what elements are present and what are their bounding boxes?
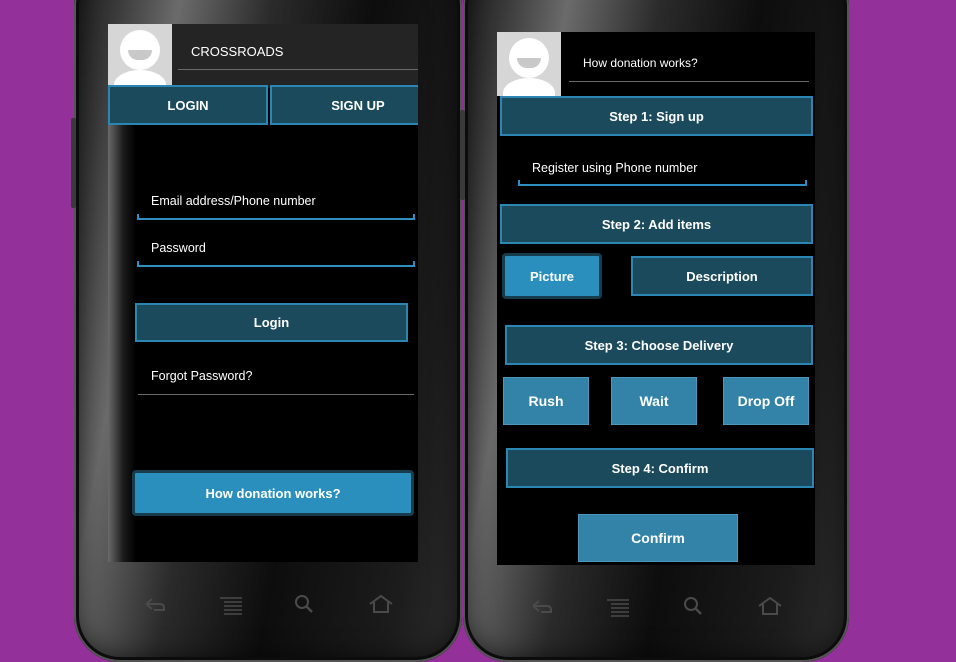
password-field[interactable] (137, 261, 415, 267)
volume-key (460, 110, 465, 200)
description-button[interactable]: Description (631, 256, 813, 296)
volume-key (71, 118, 76, 208)
phone-right-device: How donation works? Step 1: Sign up Regi… (460, 0, 849, 662)
menu-icon[interactable] (218, 596, 244, 616)
login-screen: CROSSROADS LOGIN SIGN UP Email address/P… (108, 24, 418, 562)
register-field-label: Register using Phone number (532, 161, 698, 175)
donation-screen: How donation works? Step 1: Sign up Regi… (497, 32, 815, 565)
wait-button[interactable]: Wait (611, 377, 697, 425)
step4-header: Step 4: Confirm (506, 448, 814, 488)
page-title: How donation works? (583, 56, 698, 70)
step2-header: Step 2: Add items (500, 204, 813, 244)
confirm-button[interactable]: Confirm (578, 514, 738, 562)
email-field-label: Email address/Phone number (151, 194, 316, 208)
back-icon[interactable] (142, 596, 168, 616)
login-button[interactable]: Login (135, 303, 408, 342)
title-underline (569, 81, 809, 82)
avatar (497, 32, 561, 96)
how-donation-works-button[interactable]: How donation works? (132, 470, 414, 516)
title-underline (178, 69, 418, 70)
search-icon[interactable] (292, 594, 318, 614)
back-icon[interactable] (529, 598, 555, 618)
avatar (108, 24, 172, 88)
search-icon[interactable] (681, 596, 707, 616)
home-icon[interactable] (368, 594, 394, 614)
rush-button[interactable]: Rush (503, 377, 589, 425)
app-title: CROSSROADS (191, 44, 284, 59)
forgot-password-link[interactable]: Forgot Password? (151, 369, 252, 383)
title-bar: CROSSROADS (172, 24, 418, 88)
home-icon[interactable] (757, 596, 783, 616)
phone-left-device: CROSSROADS LOGIN SIGN UP Email address/P… (71, 0, 462, 662)
tab-signup[interactable]: SIGN UP (270, 85, 418, 125)
password-field-label: Password (151, 241, 206, 255)
tab-login[interactable]: LOGIN (108, 85, 268, 125)
picture-button[interactable]: Picture (502, 253, 602, 299)
title-bar: How donation works? (561, 32, 815, 96)
forgot-underline (138, 394, 414, 395)
email-field[interactable] (137, 214, 415, 220)
register-phone-field[interactable] (518, 180, 807, 186)
menu-icon[interactable] (605, 598, 631, 618)
step1-header: Step 1: Sign up (500, 96, 813, 136)
dropoff-button[interactable]: Drop Off (723, 377, 809, 425)
step3-header: Step 3: Choose Delivery (505, 325, 813, 365)
